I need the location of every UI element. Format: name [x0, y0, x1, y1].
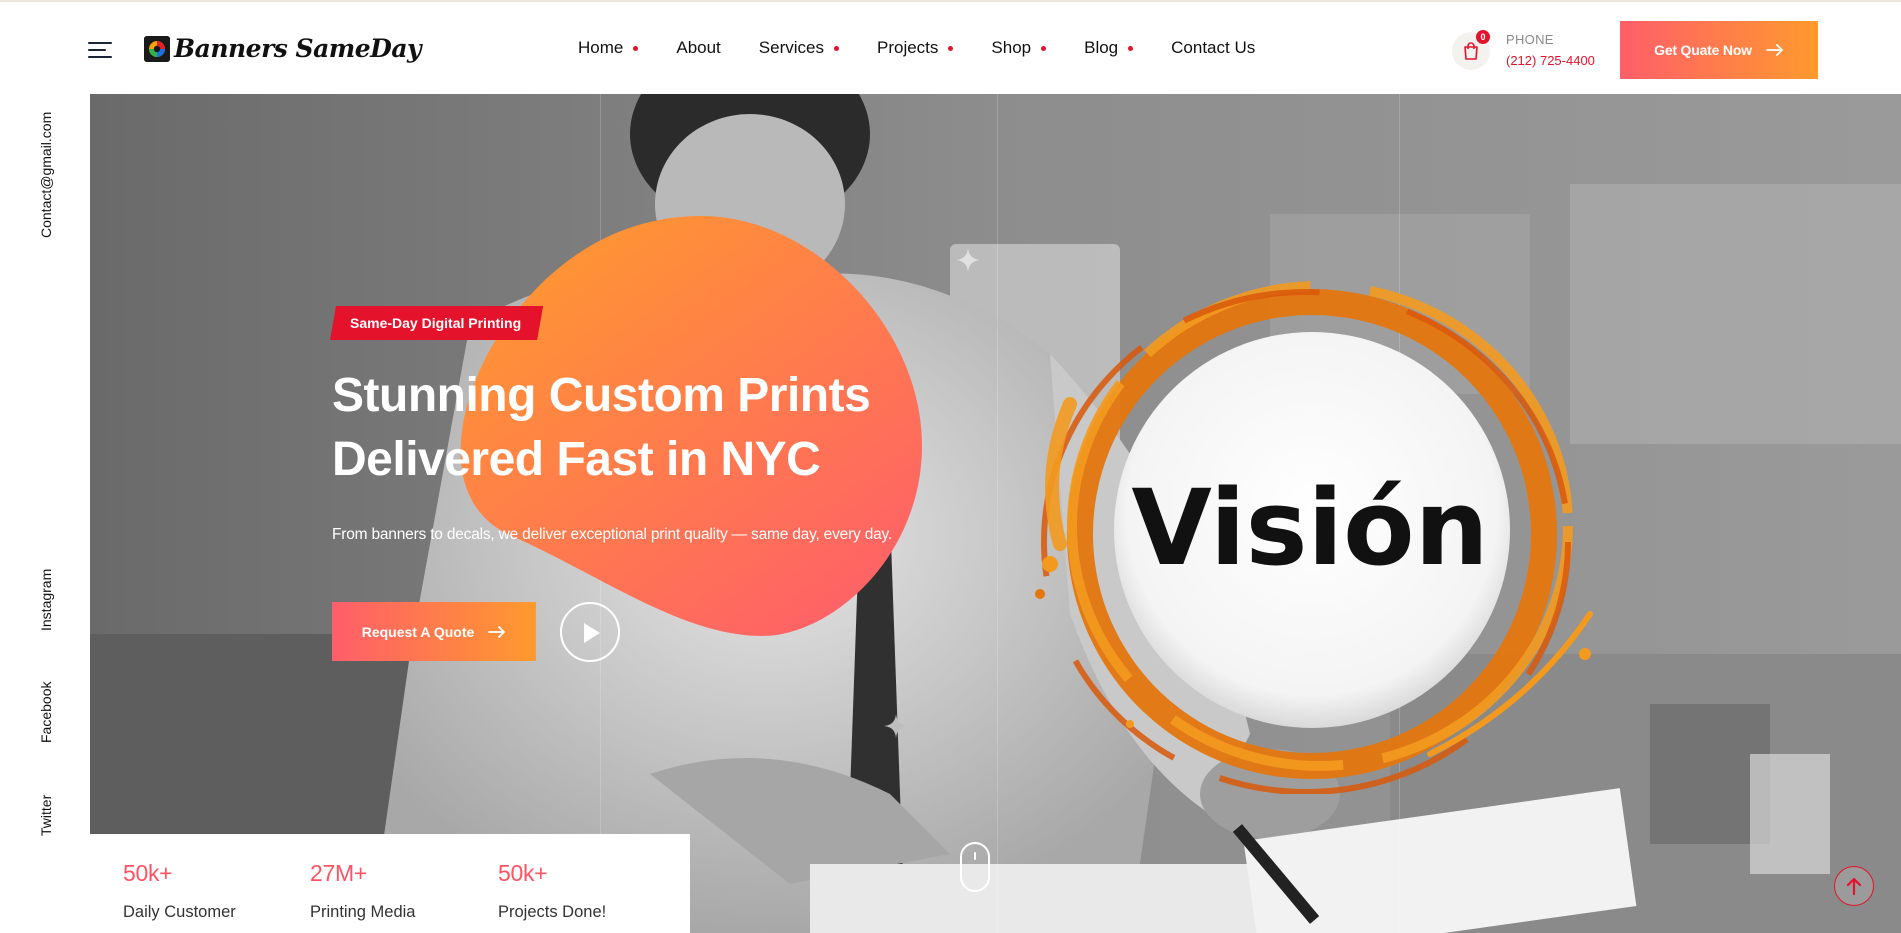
dropdown-dot-icon — [948, 45, 954, 51]
nav-label: Services — [758, 38, 824, 57]
dropdown-dot-icon — [1041, 45, 1047, 51]
logo-text: Banners SameDay — [174, 34, 422, 63]
hero-subtitle: From banners to decals, we deliver excep… — [332, 526, 893, 543]
arrow-up-icon — [1846, 877, 1862, 895]
social-link-instagram[interactable]: Instagram — [38, 569, 54, 631]
nav-item-home[interactable]: Home — [578, 38, 639, 58]
stat-item: 27M+ Printing Media — [310, 860, 415, 922]
stat-value: 27M+ — [310, 860, 367, 886]
nav-item-services[interactable]: Services — [759, 38, 839, 58]
shopping-bag-icon — [1464, 42, 1478, 60]
nav-item-shop[interactable]: Shop — [991, 38, 1047, 58]
nav-label: Shop — [991, 38, 1032, 57]
grid-line — [997, 94, 998, 933]
logo-mark-icon — [144, 35, 170, 62]
stat-value: 50k+ — [498, 860, 548, 886]
play-icon — [584, 623, 600, 643]
arrow-right-icon — [1765, 44, 1783, 56]
play-video-button[interactable] — [560, 602, 620, 662]
dropdown-dot-icon — [1128, 45, 1134, 51]
get-quote-button[interactable]: Get Quate Now — [1620, 21, 1818, 79]
stats-panel: 50k+ Daily Customer 27M+ Printing Media … — [90, 834, 690, 933]
nav-label: About — [676, 38, 721, 57]
scroll-down-mouse-icon[interactable] — [960, 842, 990, 892]
sparkle-icon — [956, 248, 980, 272]
stat-label: Projects Done! — [498, 903, 607, 921]
phone-label: PHONE — [1506, 32, 1554, 47]
stat-item: 50k+ Projects Done! — [498, 860, 606, 922]
stat-label: Daily Customer — [123, 903, 236, 921]
hero-section: Same-Day Digital Printing Stunning Custo… — [90, 94, 1901, 933]
dropdown-dot-icon — [833, 45, 839, 51]
hero-title-line-2: Delivered Fast in NYC — [332, 433, 821, 486]
phone-block: PHONE (212) 725-4400 — [1506, 32, 1595, 68]
stat-label: Printing Media — [310, 903, 416, 921]
arrow-right-icon — [488, 625, 506, 638]
sparkle-icon — [884, 714, 908, 738]
nav-item-contact[interactable]: Contact Us — [1171, 38, 1255, 58]
nav-label: Home — [578, 38, 624, 57]
nav-label: Blog — [1084, 38, 1119, 57]
vision-brush-circle-graphic: Visión — [1035, 281, 1593, 794]
menu-icon[interactable] — [88, 42, 112, 58]
hero-title-line-1: Stunning Custom Prints — [332, 369, 871, 422]
hero-title: Stunning Custom Prints Delivered Fast in… — [332, 364, 952, 492]
site-logo[interactable]: Banners SameDay — [144, 34, 422, 63]
site-header: Banners SameDay Home About Services Proj… — [0, 0, 1901, 94]
nav-label: Projects — [876, 38, 939, 57]
back-to-top-button[interactable] — [1834, 866, 1874, 906]
phone-number-link[interactable]: (212) 725-4400 — [1506, 53, 1595, 68]
cart-count-badge: 0 — [1476, 30, 1490, 44]
get-quote-label: Get Quate Now — [1654, 42, 1752, 58]
nav-item-about[interactable]: About — [676, 38, 720, 58]
social-link-facebook[interactable]: Facebook — [38, 682, 54, 743]
nav-item-projects[interactable]: Projects — [876, 38, 954, 58]
hero-badge: Same-Day Digital Printing — [330, 306, 543, 340]
request-quote-button[interactable]: Request A Quote — [332, 602, 536, 661]
nav-label: Contact Us — [1171, 38, 1256, 57]
main-nav: Home About Services Projects Shop Blog C… — [578, 38, 1293, 58]
vision-text: Visión — [1131, 467, 1488, 589]
contact-email-link[interactable]: Contact@gmail.com — [38, 112, 54, 238]
stat-item: 50k+ Daily Customer — [123, 860, 236, 922]
social-link-twitter[interactable]: Twitter — [38, 795, 54, 836]
stat-value: 50k+ — [123, 860, 173, 886]
nav-item-blog[interactable]: Blog — [1084, 38, 1134, 58]
cart-button[interactable]: 0 — [1452, 30, 1490, 70]
dropdown-dot-icon — [633, 45, 639, 51]
request-quote-label: Request A Quote — [361, 623, 475, 640]
